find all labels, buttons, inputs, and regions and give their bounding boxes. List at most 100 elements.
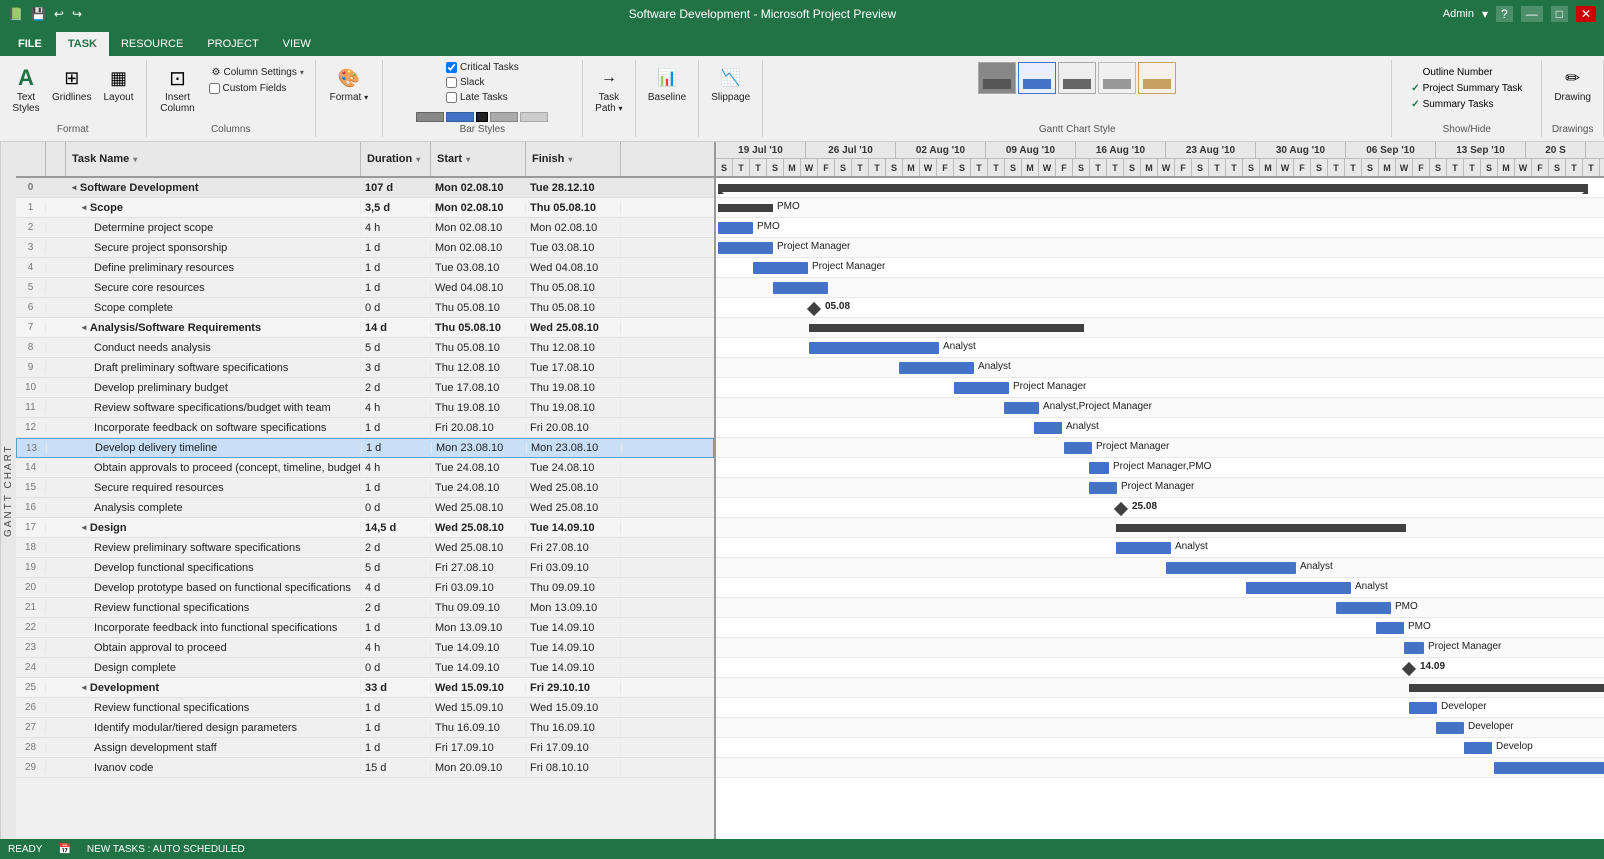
baseline-content: 📊 Baseline: [644, 62, 690, 133]
table-row[interactable]: 7◄ Analysis/Software Requirements14 dThu…: [16, 318, 714, 338]
table-row[interactable]: 3Secure project sponsorship1 dMon 02.08.…: [16, 238, 714, 258]
critical-tasks-checkbox[interactable]: Critical Tasks: [446, 62, 519, 73]
minimize-btn[interactable]: —: [1521, 6, 1543, 22]
tab-resource[interactable]: RESOURCE: [109, 32, 195, 56]
cell-start: Wed 04.08.10: [431, 282, 526, 294]
cell-duration: 1 d: [361, 262, 431, 274]
bar-label: PMO: [757, 221, 780, 232]
table-row[interactable]: 1◄ Scope3,5 dMon 02.08.10Thu 05.08.10: [16, 198, 714, 218]
help-btn[interactable]: ?: [1496, 6, 1513, 22]
table-row[interactable]: 20Develop prototype based on functional …: [16, 578, 714, 598]
admin-dropdown[interactable]: ▾: [1482, 7, 1488, 21]
collapse-arrow-icon[interactable]: ◄: [80, 323, 88, 332]
cell-duration: 1 d: [361, 702, 431, 714]
drawing-button[interactable]: ✏ Drawing: [1550, 62, 1595, 105]
bar-label: PMO: [1408, 621, 1431, 632]
slack-input[interactable]: [446, 77, 457, 88]
col-header-taskname[interactable]: Task Name ▾: [66, 142, 361, 176]
cell-start: Fri 17.09.10: [431, 742, 526, 754]
bar-style-1[interactable]: [416, 112, 444, 122]
table-row[interactable]: 16Analysis complete0 dWed 25.08.10Wed 25…: [16, 498, 714, 518]
tab-view[interactable]: VIEW: [271, 32, 323, 56]
table-row[interactable]: 5Secure core resources1 dWed 04.08.10Thu…: [16, 278, 714, 298]
table-row[interactable]: 18Review preliminary software specificat…: [16, 538, 714, 558]
quick-access-save[interactable]: 💾: [31, 7, 46, 21]
col-header-duration[interactable]: Duration ▾: [361, 142, 431, 176]
insert-column-button[interactable]: ⊡ InsertColumn: [155, 62, 201, 116]
slippage-button[interactable]: 📉 Slippage: [707, 62, 754, 105]
table-row[interactable]: 11Review software specifications/budget …: [16, 398, 714, 418]
table-row[interactable]: 12Incorporate feedback on software speci…: [16, 418, 714, 438]
gantt-row: Analyst: [716, 418, 1604, 438]
gantt-style-5[interactable]: [1138, 62, 1176, 94]
quick-access-redo[interactable]: ↪: [72, 7, 82, 21]
summary-tasks-item[interactable]: ✓ Summary Tasks: [1409, 98, 1495, 111]
table-row[interactable]: 9Draft preliminary software specificatio…: [16, 358, 714, 378]
tab-file[interactable]: FILE: [4, 32, 56, 56]
baseline-button[interactable]: 📊 Baseline: [644, 62, 690, 105]
maximize-btn[interactable]: □: [1551, 6, 1568, 22]
cell-taskname: Scope complete: [66, 302, 361, 314]
task-path-button[interactable]: → TaskPath ▾: [591, 62, 627, 116]
table-row[interactable]: 15Secure required resources1 dTue 24.08.…: [16, 478, 714, 498]
bar-style-4[interactable]: [490, 112, 518, 122]
gridlines-button[interactable]: ⊞ Gridlines: [48, 62, 95, 105]
bar-style-5[interactable]: [520, 112, 548, 122]
custom-fields-input[interactable]: [209, 83, 220, 94]
table-row[interactable]: 6Scope complete0 dThu 05.08.10Thu 05.08.…: [16, 298, 714, 318]
gantt-style-2[interactable]: [1018, 62, 1056, 94]
gantt-style-3[interactable]: [1058, 62, 1096, 94]
cell-duration: 4 h: [361, 402, 431, 414]
table-row[interactable]: 26Review functional specifications1 dWed…: [16, 698, 714, 718]
table-row[interactable]: 29Ivanov code15 dMon 20.09.10Fri 08.10.1…: [16, 758, 714, 778]
col-header-start[interactable]: Start ▾: [431, 142, 526, 176]
late-tasks-checkbox[interactable]: Late Tasks: [446, 92, 508, 103]
table-row[interactable]: 14Obtain approvals to proceed (concept, …: [16, 458, 714, 478]
gantt-style-1[interactable]: [978, 62, 1016, 94]
late-tasks-input[interactable]: [446, 92, 457, 103]
table-row[interactable]: 25◄ Development33 dWed 15.09.10Fri 29.10…: [16, 678, 714, 698]
text-styles-button[interactable]: A TextStyles: [8, 62, 44, 116]
close-btn[interactable]: ✕: [1576, 6, 1596, 22]
cell-rownum: 26: [16, 702, 46, 713]
table-row[interactable]: 22Incorporate feedback into functional s…: [16, 618, 714, 638]
table-row[interactable]: 28Assign development staff1 dFri 17.09.1…: [16, 738, 714, 758]
bar-style-3[interactable]: [476, 112, 488, 122]
text-styles-icon: A: [12, 64, 40, 92]
layout-button[interactable]: ▦ Layout: [99, 62, 137, 105]
collapse-arrow-icon[interactable]: ◄: [80, 683, 88, 692]
quick-access-undo[interactable]: ↩: [54, 7, 64, 21]
format-dropdown-button[interactable]: 🎨 Format ▾: [324, 62, 374, 105]
col-header-finish[interactable]: Finish ▾: [526, 142, 621, 176]
table-row[interactable]: 0◄ Software Development107 dMon 02.08.10…: [16, 178, 714, 198]
cell-taskname: Develop preliminary budget: [66, 382, 361, 394]
table-row[interactable]: 21Review functional specifications2 dThu…: [16, 598, 714, 618]
project-summary-task-item[interactable]: ✓ Project Summary Task: [1409, 82, 1524, 95]
app-title: Software Development - Microsoft Project…: [82, 7, 1443, 21]
collapse-arrow-icon[interactable]: ◄: [80, 203, 88, 212]
bar-style-2[interactable]: [446, 112, 474, 122]
column-settings-button[interactable]: ⚙ Column Settings ▾: [209, 66, 307, 79]
critical-tasks-input[interactable]: [446, 62, 457, 73]
table-row[interactable]: 24Design complete0 dTue 14.09.10Tue 14.0…: [16, 658, 714, 678]
table-row[interactable]: 13Develop delivery timeline1 dMon 23.08.…: [16, 438, 714, 458]
timeline-day-cell: W: [920, 159, 937, 176]
tab-project[interactable]: PROJECT: [195, 32, 270, 56]
slack-checkbox[interactable]: Slack: [446, 77, 484, 88]
gantt-style-4[interactable]: [1098, 62, 1136, 94]
outline-number-item[interactable]: ✓ Outline Number: [1409, 66, 1494, 79]
table-row[interactable]: 27Identify modular/tiered design paramet…: [16, 718, 714, 738]
table-row[interactable]: 19Develop functional specifications5 dFr…: [16, 558, 714, 578]
table-row[interactable]: 8Conduct needs analysis5 dThu 05.08.10Th…: [16, 338, 714, 358]
table-row[interactable]: 17◄ Design14,5 dWed 25.08.10Tue 14.09.10: [16, 518, 714, 538]
collapse-arrow-icon[interactable]: ◄: [80, 523, 88, 532]
table-row[interactable]: 2Determine project scope4 hMon 02.08.10M…: [16, 218, 714, 238]
tab-task[interactable]: TASK: [56, 32, 109, 56]
custom-fields-checkbox[interactable]: Custom Fields: [209, 83, 307, 94]
gantt-timeline-header: 19 Jul '1026 Jul '1002 Aug '1009 Aug '10…: [716, 142, 1604, 178]
table-row[interactable]: 10Develop preliminary budget2 dTue 17.08…: [16, 378, 714, 398]
collapse-arrow-icon[interactable]: ◄: [70, 183, 78, 192]
table-row[interactable]: 4Define preliminary resources1 dTue 03.0…: [16, 258, 714, 278]
table-row[interactable]: 23Obtain approval to proceed4 hTue 14.09…: [16, 638, 714, 658]
ribbon-group-format: A TextStyles ⊞ Gridlines ▦ Layout Format: [0, 60, 147, 137]
